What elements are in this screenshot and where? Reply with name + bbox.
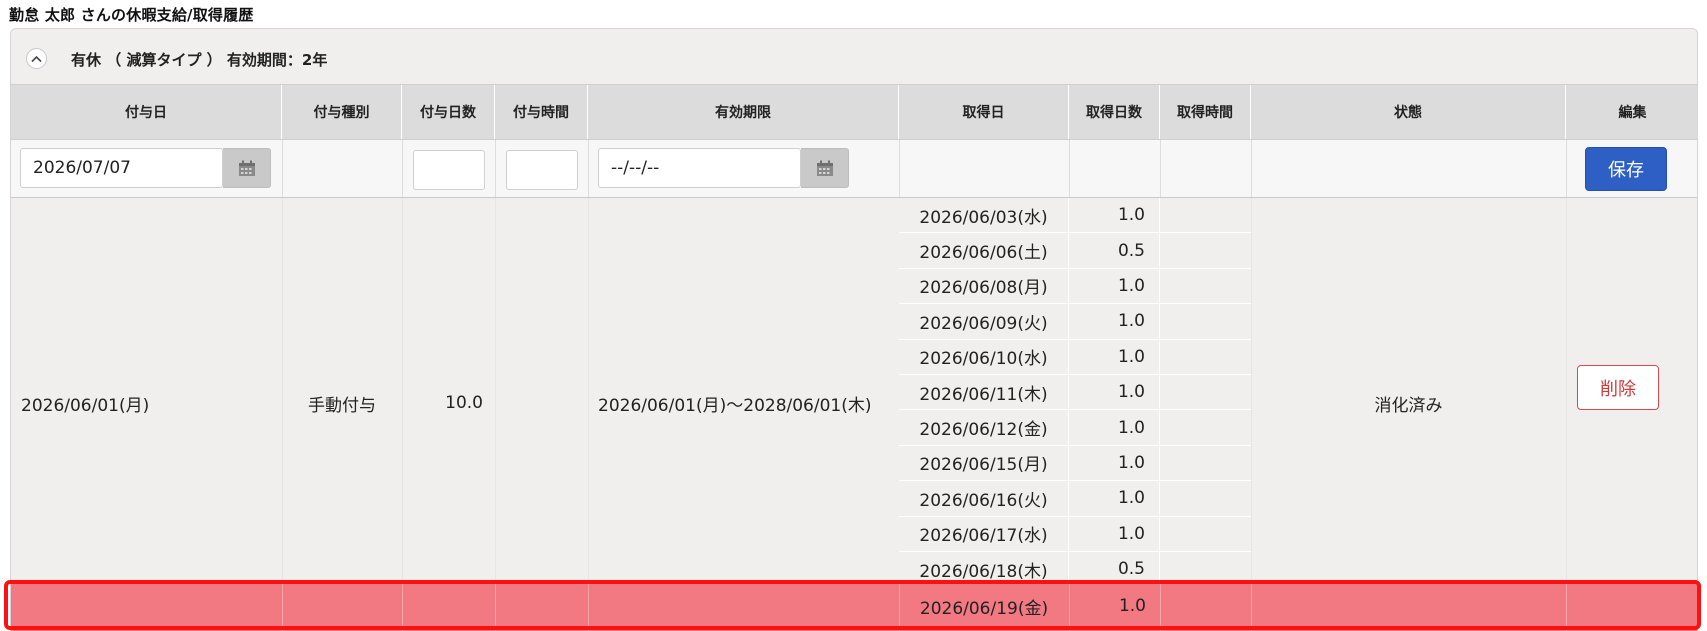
- take-days: 1.0: [1069, 304, 1160, 339]
- expiry-date-input[interactable]: [598, 148, 801, 188]
- take-days: 1.0: [1069, 445, 1160, 481]
- leave-panel: 有休 （ 減算タイプ ） 有効期間：2年 付与日 付与種別 付与日数 付与時間 …: [10, 28, 1698, 631]
- take-days: 1.0: [1069, 198, 1160, 233]
- take-hours: [1160, 269, 1251, 303]
- take-date: 2026/06/17(水): [899, 516, 1069, 551]
- col-take-days: 取得日数: [1069, 85, 1160, 139]
- take-date: 2026/06/06(土): [899, 233, 1069, 268]
- new-grant-row: 保存: [11, 140, 1697, 198]
- take-hours: [1160, 446, 1251, 480]
- grant-days-input[interactable]: [413, 150, 485, 190]
- col-expiry: 有効期限: [588, 85, 899, 139]
- grant-hours: [495, 198, 588, 608]
- col-take-hours: 取得時間: [1160, 85, 1251, 139]
- take-days: 1.0: [1069, 410, 1160, 445]
- take-row: 2026/06/09(火) 1.0: [899, 304, 1251, 340]
- grant-date-input[interactable]: [20, 148, 223, 188]
- chevron-up-icon[interactable]: [26, 48, 47, 69]
- take-row: 2026/06/10(水) 1.0: [899, 339, 1251, 375]
- calendar-icon[interactable]: [801, 148, 849, 188]
- take-hours: [1160, 198, 1251, 232]
- take-row: 2026/06/06(土) 0.5: [899, 233, 1251, 269]
- col-status: 状態: [1251, 85, 1566, 139]
- take-date: 2026/06/16(火): [899, 481, 1069, 516]
- take-hours: [1160, 410, 1251, 444]
- delete-button[interactable]: 削除: [1577, 365, 1659, 410]
- grant-status: 消化済み: [1374, 395, 1443, 416]
- take-days: 0.5: [1069, 233, 1160, 268]
- take-hours: [1160, 481, 1251, 515]
- take-list: 2026/06/03(水) 1.0 2026/06/06(土) 0.5 2026/0…: [899, 198, 1251, 588]
- save-button[interactable]: 保存: [1585, 147, 1667, 191]
- col-edit: 編集: [1618, 105, 1647, 121]
- take-row: 2026/06/16(火) 1.0: [899, 481, 1251, 517]
- col-grant-days: 付与日数: [402, 85, 495, 139]
- grant-days: 10.0: [445, 393, 483, 413]
- col-grant-hours: 付与時間: [495, 85, 588, 139]
- take-date: 2026/06/09(火): [899, 304, 1069, 339]
- take-days: 1.0: [1069, 374, 1160, 410]
- grant-date: 2026/06/01(月): [21, 395, 150, 416]
- col-take-date: 取得日: [899, 85, 1069, 139]
- take-date: 2026/06/11(木): [899, 374, 1069, 410]
- take-row: 2026/06/11(木) 1.0: [899, 374, 1251, 411]
- take-row: 2026/06/15(月) 1.0: [899, 445, 1251, 482]
- take-hours: [1160, 375, 1251, 409]
- take-date: 2026/06/15(月): [899, 445, 1069, 481]
- table-header: 付与日 付与種別 付与日数 付与時間 有効期限 取得日 取得日数 取得時間 状態…: [11, 84, 1697, 140]
- calendar-icon[interactable]: [223, 148, 271, 188]
- take-days: 1.0: [1069, 339, 1160, 374]
- page-title: 勤怠 太郎 さんの休暇支給/取得履歴: [9, 6, 254, 24]
- grant-expiry: 2026/06/01(月)〜2028/06/01(木): [598, 395, 872, 416]
- take-days: 1.0: [1069, 481, 1160, 516]
- take-hours: [1160, 517, 1251, 551]
- take-date: 2026/06/10(水): [899, 339, 1069, 374]
- highlighted-take-row[interactable]: 2026/06/19(金) 1.0: [11, 580, 1697, 631]
- take-hours: [1160, 340, 1251, 374]
- take-row: 2026/06/12(金) 1.0: [899, 410, 1251, 446]
- take-days: 1.0: [1069, 268, 1160, 304]
- panel-header: 有休 （ 減算タイプ ） 有効期間：2年: [11, 29, 1697, 84]
- take-date: 2026/06/12(金): [899, 410, 1069, 445]
- take-hours: [1160, 580, 1251, 631]
- col-grant-date: 付与日: [11, 85, 282, 139]
- grant-type: 手動付与: [308, 395, 376, 416]
- panel-header-text: 有休 （ 減算タイプ ） 有効期間：2年: [71, 51, 328, 69]
- take-date: 2026/06/19(金): [919, 598, 1049, 619]
- take-row: 2026/06/08(月) 1.0: [899, 268, 1251, 305]
- take-hours: [1160, 233, 1251, 267]
- take-date: 2026/06/08(月): [899, 268, 1069, 304]
- take-row: 2026/06/03(水) 1.0: [899, 198, 1251, 234]
- take-row: 2026/06/17(水) 1.0: [899, 516, 1251, 552]
- take-hours: [1160, 304, 1251, 338]
- grant-hours-input[interactable]: [506, 150, 578, 190]
- take-days: 1.0: [1069, 516, 1160, 551]
- grant-row: 2026/06/01(月) 手動付与 10.0 2026/06/01(月)〜20…: [11, 198, 1697, 608]
- col-grant-type: 付与種別: [282, 85, 402, 139]
- take-days: 1.0: [1118, 596, 1146, 616]
- take-date: 2026/06/03(水): [899, 198, 1069, 233]
